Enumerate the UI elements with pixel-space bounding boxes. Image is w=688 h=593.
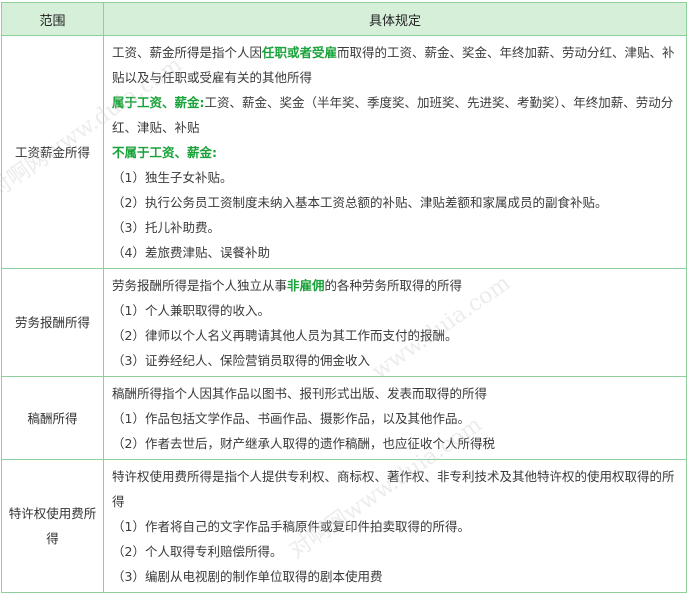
rule-text: 劳务报酬所得是指个人独立从事 — [112, 278, 288, 293]
rule-text: （1）独生子女补贴。 — [112, 170, 233, 185]
rule-line: （1）作者将自己的文字作品手稿原件或复印件拍卖取得的所得。 — [112, 514, 680, 539]
rule-cell: 稿酬所得指个人因其作品以图书、报刊形式出版、发表而取得的所得 （1）作品包括文学作… — [103, 376, 687, 460]
rule-text: （1）作品包括文学作品、书画作品、摄影作品，以及其他作品。 — [112, 411, 470, 426]
rule-line: 劳务报酬所得是指个人独立从事非雇佣的各种劳务所取得的所得 — [112, 273, 680, 298]
category-cell: 特许权使用费所得 — [1, 459, 104, 593]
rule-cell: 工资、薪金所得是指个人因任职或者受雇而取得的工资、薪金、奖金、年终加薪、劳动分红… — [103, 35, 687, 269]
rule-text: （3）证券经纪人、保险营销员取得的佣金收入 — [112, 353, 370, 368]
rule-text: （4）差旅费津贴、误餐补助 — [112, 245, 270, 260]
table-row: 稿酬所得 稿酬所得指个人因其作品以图书、报刊形式出版、发表而取得的所得 （1）作品包… — [1, 376, 687, 460]
header-rules: 具体规定 — [103, 2, 687, 36]
rule-text: 的各种劳务所取得的所得 — [324, 278, 463, 293]
highlight-text: 属于工资、薪金: — [112, 95, 205, 110]
rule-line: （2）个人取得专利赔偿所得。 — [112, 539, 680, 564]
highlight-text: 非雇佣 — [287, 278, 325, 293]
rule-line: （2）作者去世后，财产继承人取得的遗作稿酬，也应征收个人所得税 — [112, 431, 680, 456]
highlight-text: 不属于工资、薪金: — [112, 145, 217, 160]
rule-text: （2）个人取得专利赔偿所得。 — [112, 544, 283, 559]
rule-line: 工资、薪金所得是指个人因任职或者受雇而取得的工资、薪金、奖金、年终加薪、劳动分红… — [112, 40, 680, 90]
rule-line: （3）证券经纪人、保险营销员取得的佣金收入 — [112, 348, 680, 373]
table-header-row: 范围 具体规定 — [1, 2, 687, 36]
rule-line: （3）托儿补助费。 — [112, 215, 680, 240]
category-cell: 劳务报酬所得 — [1, 268, 104, 377]
rule-line: （4）差旅费津贴、误餐补助 — [112, 240, 680, 265]
rule-line: （1）独生子女补贴。 — [112, 165, 680, 190]
table-row: 特许权使用费所得 特许权使用费所得是指个人提供专利权、商标权、著作权、非专利技术及… — [1, 459, 687, 593]
rule-line: 稿酬所得指个人因其作品以图书、报刊形式出版、发表而取得的所得 — [112, 381, 680, 406]
rule-line: （2）律师以个人名义再聘请其他人员为其工作而支付的报酬。 — [112, 323, 680, 348]
rule-line: （1）个人兼职取得的收入。 — [112, 298, 680, 323]
rule-text: （1）作者将自己的文字作品手稿原件或复印件拍卖取得的所得。 — [112, 519, 470, 534]
highlight-text: 任职或者受雇 — [262, 45, 338, 60]
header-scope: 范围 — [1, 2, 104, 36]
rule-text: （3）托儿补助费。 — [112, 220, 220, 235]
rule-cell: 特许权使用费所得是指个人提供专利权、商标权、著作权、非专利技术及其他特许权的使用… — [103, 459, 687, 593]
table-row: 劳务报酬所得 劳务报酬所得是指个人独立从事非雇佣的各种劳务所取得的所得 （1）个人兼… — [1, 268, 687, 377]
rule-cell: 劳务报酬所得是指个人独立从事非雇佣的各种劳务所取得的所得 （1）个人兼职取得的收入… — [103, 268, 687, 377]
rule-text: 特许权使用费所得是指个人提供专利权、商标权、著作权、非专利技术及其他特许权的使用… — [112, 469, 675, 509]
table-row: 工资薪金所得 工资、薪金所得是指个人因任职或者受雇而取得的工资、薪金、奖金、年终加… — [1, 35, 687, 269]
rule-text: （3）编剧从电视剧的制作单位取得的剧本使用费 — [112, 569, 383, 584]
category-cell: 稿酬所得 — [1, 376, 104, 460]
rule-text: （2）律师以个人名义再聘请其他人员为其工作而支付的报酬。 — [112, 328, 458, 343]
rule-text: （1）个人兼职取得的收入。 — [112, 303, 270, 318]
rule-text: 稿酬所得指个人因其作品以图书、报刊形式出版、发表而取得的所得 — [112, 386, 488, 401]
rule-text: （2）作者去世后，财产继承人取得的遗作稿酬，也应征收个人所得税 — [112, 436, 495, 451]
rule-line: 属于工资、薪金:工资、薪金、奖金（半年奖、季度奖、加班奖、先进奖、考勤奖）、年终… — [112, 90, 680, 140]
rule-line: 特许权使用费所得是指个人提供专利权、商标权、著作权、非专利技术及其他特许权的使用… — [112, 464, 680, 514]
rule-text: （2）执行公务员工资制度未纳入基本工资总额的补贴、津贴差额和家属成员的副食补贴。 — [112, 195, 608, 210]
tax-rules-table: 范围 具体规定 工资薪金所得 工资、薪金所得是指个人因任职或者受雇而取得的工资、薪… — [1, 2, 687, 593]
rule-line: 不属于工资、薪金: — [112, 140, 680, 165]
rule-text: 工资、薪金所得是指个人因 — [112, 45, 263, 60]
category-cell: 工资薪金所得 — [1, 35, 104, 269]
rule-line: （3）编剧从电视剧的制作单位取得的剧本使用费 — [112, 564, 680, 589]
rule-line: （2）执行公务员工资制度未纳入基本工资总额的补贴、津贴差额和家属成员的副食补贴。 — [112, 190, 680, 215]
rule-line: （1）作品包括文学作品、书画作品、摄影作品，以及其他作品。 — [112, 406, 680, 431]
